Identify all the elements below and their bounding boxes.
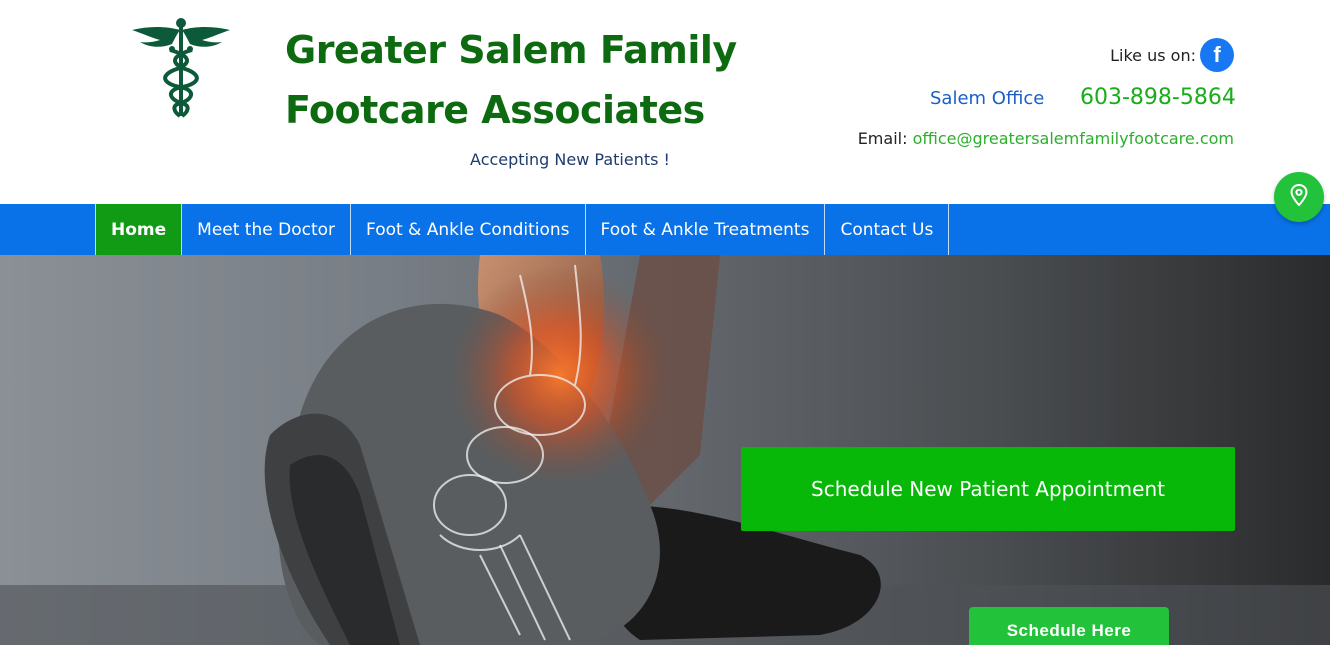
like-label: Like us on:	[1110, 45, 1196, 65]
nav-item-foot-ankle-treatments[interactable]: Foot & Ankle Treatments	[584, 204, 825, 255]
office-label: Salem Office	[930, 88, 1045, 109]
email-label: Email:	[857, 129, 908, 148]
map-pin-button[interactable]	[1274, 172, 1324, 222]
site-header: Greater Salem Family Footcare Associates…	[0, 0, 1330, 204]
schedule-new-patient-button[interactable]: Schedule New Patient Appointment	[741, 447, 1235, 531]
tagline: Accepting New Patients !	[470, 150, 670, 169]
email-row: Email: office@greatersalemfamilyfootcare…	[858, 129, 1234, 148]
page: Greater Salem Family Footcare Associates…	[0, 0, 1330, 645]
site-title-line1: Greater Salem Family	[285, 28, 737, 72]
schedule-here-button[interactable]: Schedule Here	[969, 607, 1169, 645]
nav-list: Home Meet the Doctor Foot & Ankle Condit…	[95, 204, 950, 255]
nav-item-contact-us[interactable]: Contact Us	[824, 204, 950, 255]
main-navigation: Home Meet the Doctor Foot & Ankle Condit…	[0, 204, 1330, 255]
email-link[interactable]: office@greatersalemfamilyfootcare.com	[913, 129, 1234, 148]
site-title-line2: Footcare Associates	[285, 88, 705, 132]
map-pin-icon	[1290, 183, 1308, 210]
facebook-icon[interactable]: f	[1200, 38, 1234, 72]
site-title[interactable]: Greater Salem Family Footcare Associates	[285, 20, 755, 140]
hero-banner: Schedule New Patient Appointment Schedul…	[0, 255, 1330, 645]
office-phone-link[interactable]: 603-898-5864	[1080, 85, 1236, 110]
nav-item-meet-the-doctor[interactable]: Meet the Doctor	[181, 204, 350, 255]
nav-item-home[interactable]: Home	[95, 204, 182, 255]
caduceus-logo-icon[interactable]	[130, 16, 232, 120]
social-like-row: Like us on: f	[1110, 38, 1234, 72]
nav-item-foot-ankle-conditions[interactable]: Foot & Ankle Conditions	[350, 204, 585, 255]
